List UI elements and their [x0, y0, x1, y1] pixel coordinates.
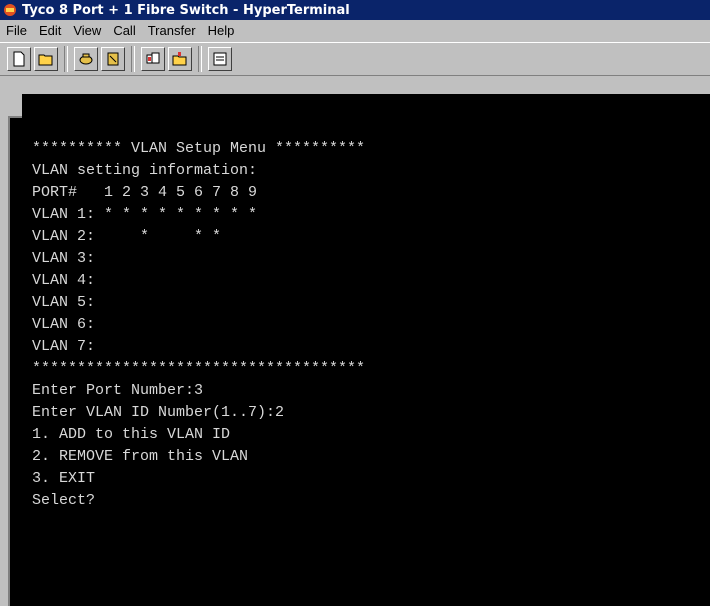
terminal-line: VLAN 6:: [32, 316, 96, 333]
properties-icon: [213, 52, 227, 66]
menu-help[interactable]: Help: [202, 20, 241, 42]
terminal-line: *************************************: [32, 360, 366, 377]
terminal-line: VLAN setting information:: [32, 162, 258, 179]
toolbar-separator: [64, 46, 68, 72]
terminal-line: VLAN 3:: [32, 250, 96, 267]
menu-edit[interactable]: Edit: [33, 20, 67, 42]
open-button[interactable]: [34, 47, 58, 71]
toolbar-group: [4, 45, 235, 73]
phone-call-icon: [79, 53, 93, 65]
terminal-line: VLAN 2: * * *: [32, 228, 222, 245]
disconnect-icon: [107, 52, 119, 66]
new-document-icon: [13, 51, 25, 67]
terminal-line: Enter Port Number:3: [32, 382, 204, 399]
disconnect-button[interactable]: [101, 47, 125, 71]
send-button[interactable]: [141, 47, 165, 71]
new-button[interactable]: [7, 47, 31, 71]
open-folder-icon: [38, 54, 53, 66]
terminal-screen[interactable]: ********** VLAN Setup Menu ********** VL…: [22, 94, 710, 528]
toolbar-separator: [131, 46, 135, 72]
hyperterminal-app-icon: [4, 4, 16, 16]
send-icon: [146, 52, 160, 64]
properties-button[interactable]: [208, 47, 232, 71]
menu-bar: File Edit View Call Transfer Help: [0, 20, 710, 42]
terminal-line: VLAN 1: * * * * * * * * *: [32, 206, 258, 223]
title-bar[interactable]: Tyco 8 Port + 1 Fibre Switch - HyperTerm…: [0, 0, 710, 20]
call-button[interactable]: [74, 47, 98, 71]
window-title: Tyco 8 Port + 1 Fibre Switch - HyperTerm…: [22, 2, 350, 18]
receive-button[interactable]: [168, 47, 192, 71]
terminal-line: VLAN 7:: [32, 338, 96, 355]
menu-file[interactable]: File: [0, 20, 33, 42]
menu-view[interactable]: View: [67, 20, 107, 42]
terminal-line: 1. ADD to this VLAN ID: [32, 426, 231, 443]
terminal-line: 3. EXIT: [32, 470, 96, 487]
toolbar: [0, 42, 710, 76]
terminal-line: VLAN 4:: [32, 272, 96, 289]
terminal-line: VLAN 5:: [32, 294, 96, 311]
terminal-line: PORT# 1 2 3 4 5 6 7 8 9: [32, 184, 258, 201]
terminal-line: Enter VLAN ID Number(1..7):2: [32, 404, 285, 421]
menu-transfer[interactable]: Transfer: [142, 20, 202, 42]
toolbar-separator: [198, 46, 202, 72]
receive-icon: [172, 52, 187, 66]
terminal-line: ********** VLAN Setup Menu **********: [32, 140, 366, 157]
menu-call[interactable]: Call: [107, 20, 141, 42]
terminal-line: Select?: [32, 492, 96, 509]
terminal-line: 2. REMOVE from this VLAN: [32, 448, 249, 465]
